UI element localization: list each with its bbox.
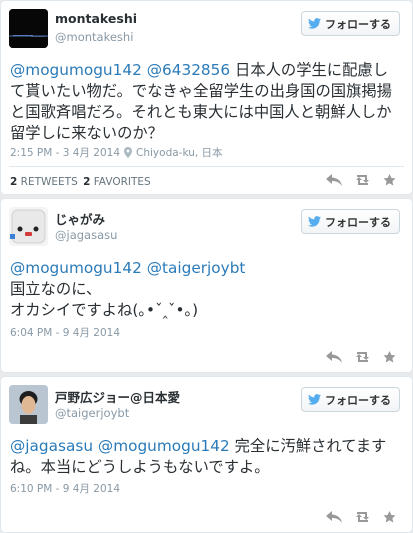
avatar[interactable] (9, 207, 48, 246)
handle[interactable]: @taigerjoybt (55, 406, 129, 420)
favorite-star-icon[interactable] (383, 174, 396, 186)
display-name[interactable]: 戸野広ジョー@日本愛 (55, 387, 180, 406)
avatar-image (9, 385, 48, 424)
retweet-count[interactable]: 2 (10, 176, 17, 188)
location-pin-icon (124, 147, 133, 158)
mention-link[interactable]: @mogumogu142 (98, 437, 230, 455)
retweets-label[interactable]: RETWEETS (21, 176, 78, 188)
tweet-actions (326, 511, 396, 523)
location[interactable]: Chiyoda-ku, 日本 (136, 145, 223, 160)
avatar-image (9, 207, 48, 246)
timestamp[interactable]: 6:10 PM - 9 4月 2014 (10, 481, 120, 496)
favorite-star-icon[interactable] (383, 351, 396, 363)
display-name[interactable]: montakeshi (55, 11, 137, 26)
tweet-actions (326, 174, 396, 186)
follow-button[interactable]: フォローする (301, 387, 400, 412)
avatar[interactable] (9, 385, 48, 424)
favorites-label[interactable]: FAVORITES (94, 176, 151, 188)
follow-label: フォローする (325, 215, 391, 229)
mention-link[interactable]: @taigerjoybt (147, 259, 246, 277)
tweet-body-line: オカシイですよね(｡•ˇ‸ˇ•｡) (10, 301, 199, 319)
tweet-card: じゃがみ @jagasasu フォローする @mogumogu142 @taig… (0, 198, 413, 373)
reply-icon[interactable] (326, 511, 342, 523)
tweet-stats: 2 RETWEETS 2 FAVORITES (10, 176, 151, 188)
tweet-meta: 6:10 PM - 9 4月 2014 (10, 481, 120, 496)
avatar[interactable] (9, 9, 48, 48)
divider (9, 166, 404, 167)
retweet-icon[interactable] (354, 174, 371, 186)
follow-button[interactable]: フォローする (301, 209, 400, 234)
avatar-image (9, 9, 48, 48)
reply-icon[interactable] (326, 174, 342, 186)
twitter-bird-icon (308, 394, 321, 405)
mention-link[interactable]: @mogumogu142 (10, 259, 142, 277)
mention-link[interactable]: @6432856 (147, 61, 230, 79)
tweet-text: @mogumogu142 @6432856 日本人の学生に配慮して貰いたい物だ。… (10, 60, 402, 144)
follow-button[interactable]: フォローする (301, 11, 400, 36)
tweet-meta: 2:15 PM - 3 4月 2014 Chiyoda-ku, 日本 (10, 145, 223, 160)
timestamp[interactable]: 6:04 PM - 9 4月 2014 (10, 325, 120, 340)
tweet-body-line: 国立なのに、 (10, 280, 102, 298)
handle[interactable]: @montakeshi (55, 30, 133, 44)
follow-label: フォローする (325, 393, 391, 407)
favorite-count[interactable]: 2 (83, 176, 90, 188)
reply-icon[interactable] (326, 351, 342, 363)
retweet-icon[interactable] (354, 351, 371, 363)
tweet-card: montakeshi @montakeshi フォローする @mogumogu1… (0, 0, 413, 195)
tweet-text: @mogumogu142 @taigerjoybt 国立なのに、 オカシイですよ… (10, 258, 402, 321)
mention-link[interactable]: @mogumogu142 (10, 61, 142, 79)
retweet-icon[interactable] (354, 511, 371, 523)
follow-label: フォローする (325, 17, 391, 31)
tweet-text: @jagasasu @mogumogu142 完全に汚鮮されてますね。本当にどう… (10, 436, 402, 478)
tweet-card: 戸野広ジョー@日本愛 @taigerjoybt フォローする @jagasasu… (0, 376, 413, 533)
favorite-star-icon[interactable] (383, 511, 396, 523)
twitter-bird-icon (308, 18, 321, 29)
handle[interactable]: @jagasasu (55, 228, 117, 242)
timestamp[interactable]: 2:15 PM - 3 4月 2014 (10, 145, 120, 160)
display-name[interactable]: じゃがみ (55, 209, 105, 228)
mention-link[interactable]: @jagasasu (10, 437, 93, 455)
twitter-bird-icon (308, 216, 321, 227)
tweet-meta: 6:04 PM - 9 4月 2014 (10, 325, 120, 340)
tweet-actions (326, 351, 396, 363)
